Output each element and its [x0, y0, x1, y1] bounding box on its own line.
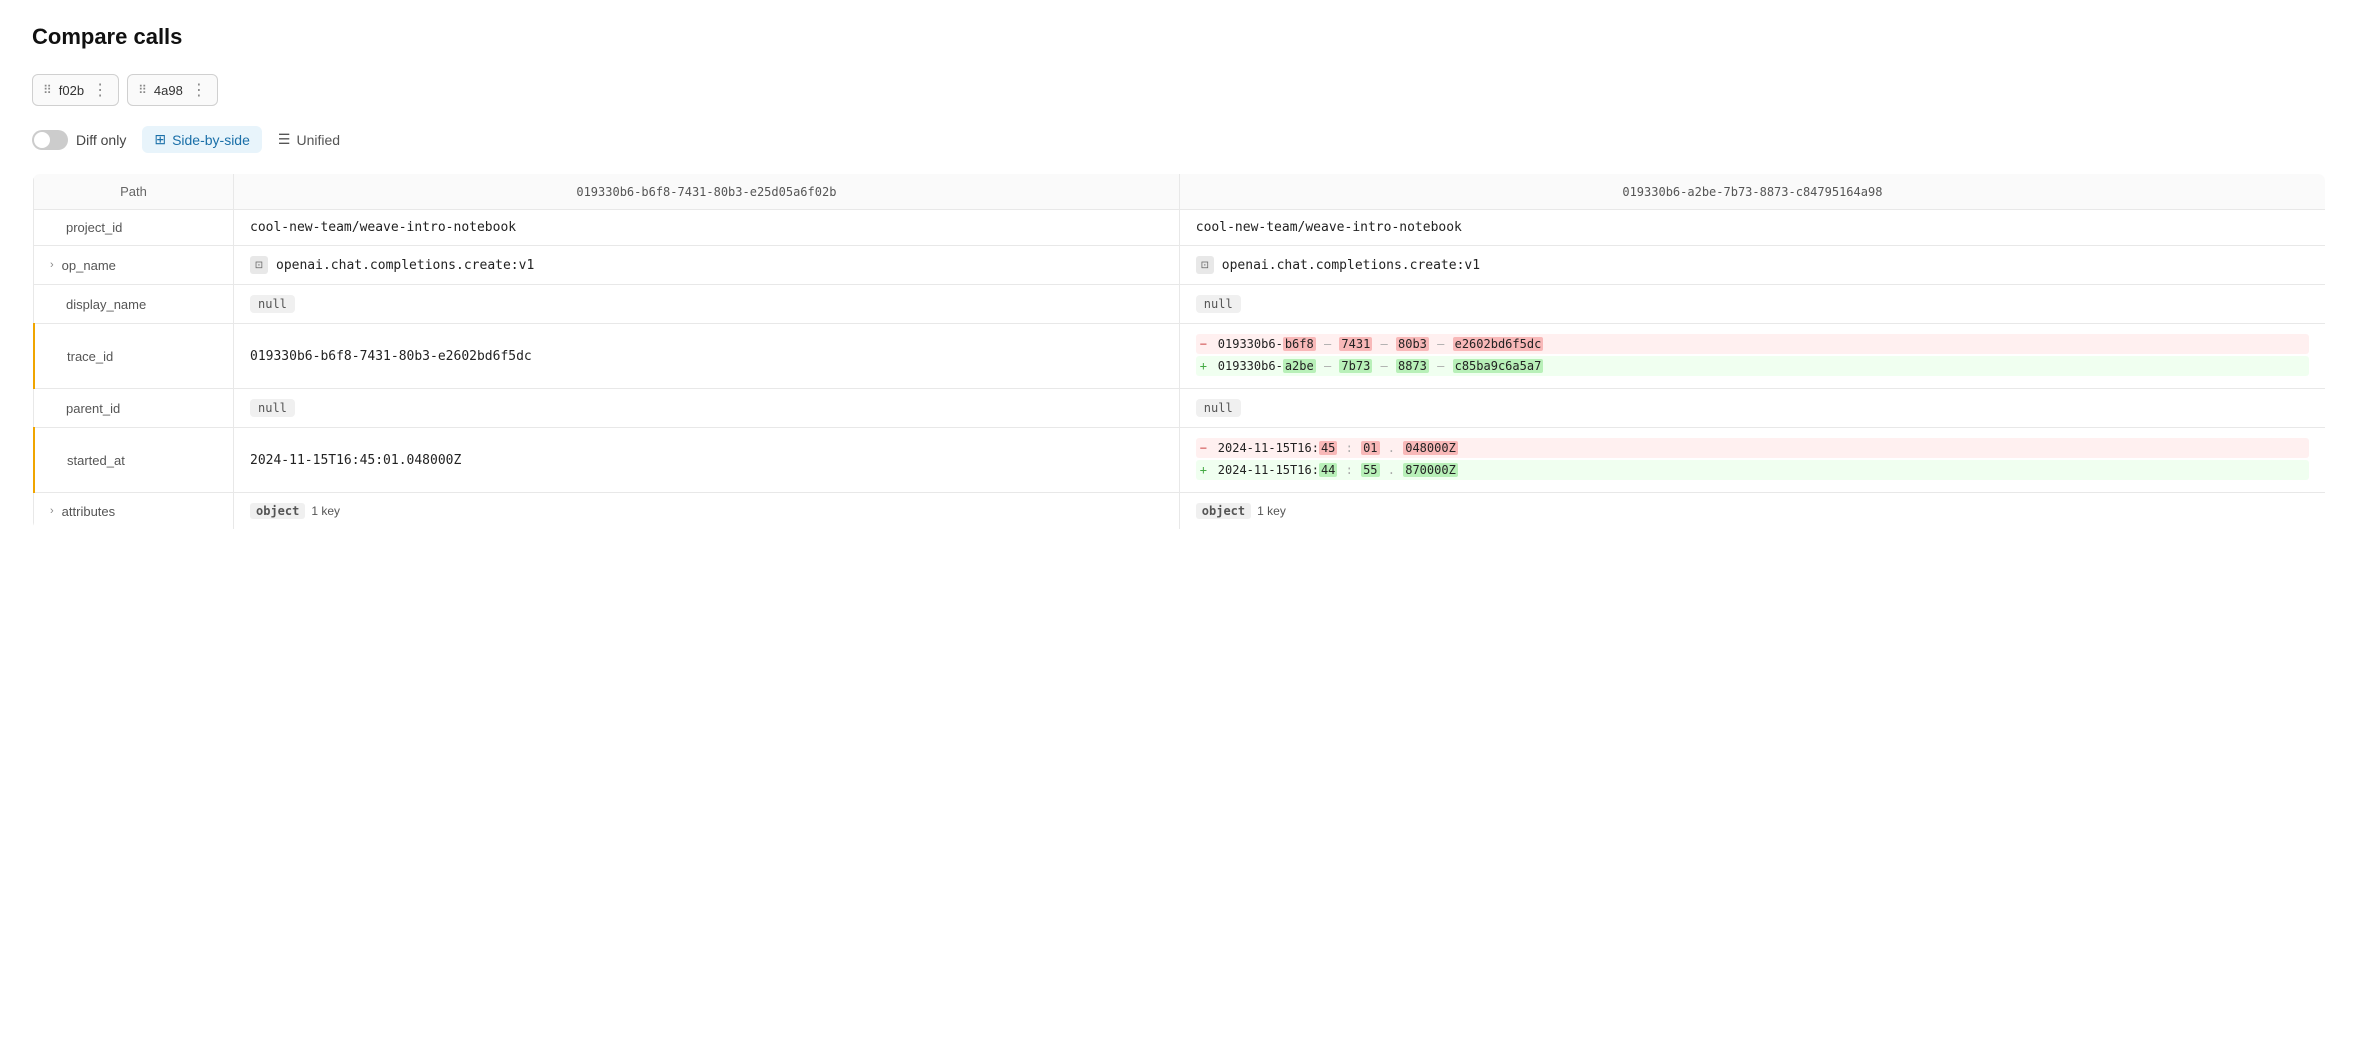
diff-minus-sign: −	[1200, 337, 1212, 351]
object-key-count: 1 key	[1257, 504, 1286, 518]
toolbar: ⠿ f02b ⋮ ⠿ 4a98 ⋮	[32, 74, 2326, 106]
table-row: › op_name ⊡openai.chat.completions.create:…	[34, 246, 2326, 285]
tab-unified-label: Unified	[296, 132, 340, 148]
diff-minus-sign: −	[1200, 441, 1212, 455]
table-row: display_name nullnull	[34, 285, 2326, 324]
call2-badge[interactable]: ⠿ 4a98 ⋮	[127, 74, 218, 106]
compare-table: Path 019330b6-b6f8-7431-80b3-e25d05a6f02…	[32, 173, 2326, 530]
row-label-parent_id: parent_id	[34, 389, 234, 428]
view-tabs: ⊞ Side-by-side ☰ Unified	[142, 126, 352, 153]
row-label-attributes[interactable]: › attributes	[34, 493, 234, 530]
page-title: Compare calls	[32, 24, 2326, 50]
label-text-started_at: started_at	[67, 453, 125, 468]
op-name-icon: ⊡	[1196, 256, 1214, 274]
col1-value-project_id: cool-new-team/weave-intro-notebook	[234, 210, 1180, 246]
row-label-op_name[interactable]: › op_name	[34, 246, 234, 285]
tab-unified[interactable]: ☰ Unified	[266, 126, 352, 153]
diff-removed-line: −2024-11-15T16:45 : 01 . 048000Z	[1196, 438, 2309, 458]
diff-plus-sign: +	[1200, 359, 1212, 373]
col1-value-started_at: 2024-11-15T16:45:01.048000Z	[234, 428, 1180, 493]
op-name-icon: ⊡	[250, 256, 268, 274]
diff-only-toggle[interactable]	[32, 130, 68, 150]
call1-id: f02b	[59, 83, 84, 98]
unified-icon: ☰	[278, 131, 291, 148]
row-label-trace_id: trace_id	[34, 324, 234, 389]
expand-chevron-op_name[interactable]: ›	[50, 259, 54, 271]
table-row: parent_id nullnull	[34, 389, 2326, 428]
col2-value-project_id: cool-new-team/weave-intro-notebook	[1179, 210, 2325, 246]
drag-icon-1: ⠿	[43, 83, 53, 97]
side-by-side-icon: ⊞	[154, 131, 166, 148]
col2-value-attributes: object 1 key	[1179, 493, 2325, 530]
table-header-row: Path 019330b6-b6f8-7431-80b3-e25d05a6f02…	[34, 174, 2326, 210]
diff-added-line: +2024-11-15T16:44 : 55 . 870000Z	[1196, 460, 2309, 480]
col1-value-trace_id: 019330b6-b6f8-7431-80b3-e2602bd6f5dc	[234, 324, 1180, 389]
view-controls: Diff only ⊞ Side-by-side ☰ Unified	[32, 126, 2326, 153]
table-row: project_id cool-new-team/weave-intro-note…	[34, 210, 2326, 246]
col2-value-display_name: null	[1179, 285, 2325, 324]
col1-value-op_name: ⊡openai.chat.completions.create:v1	[234, 246, 1180, 285]
diff-added-line: +019330b6-a2be – 7b73 – 8873 – c85ba9c6a…	[1196, 356, 2309, 376]
col1-value-display_name: null	[234, 285, 1180, 324]
diff-removed-line: −019330b6-b6f8 – 7431 – 80b3 – e2602bd6f…	[1196, 334, 2309, 354]
label-text-parent_id: parent_id	[66, 401, 120, 416]
label-text-attributes: attributes	[62, 504, 115, 519]
label-text-project_id: project_id	[66, 220, 122, 235]
row-label-project_id: project_id	[34, 210, 234, 246]
label-text-display_name: display_name	[66, 297, 146, 312]
diff-only-label: Diff only	[76, 132, 126, 148]
row-label-started_at: started_at	[34, 428, 234, 493]
drag-icon-2: ⠿	[138, 83, 148, 97]
col1-value-parent_id: null	[234, 389, 1180, 428]
col-path-header: Path	[34, 174, 234, 210]
col2-value-started_at: −2024-11-15T16:45 : 01 . 048000Z+2024-11…	[1179, 428, 2325, 493]
col2-value-op_name: ⊡openai.chat.completions.create:v1	[1179, 246, 2325, 285]
label-text-trace_id: trace_id	[67, 349, 113, 364]
object-keyword: object	[250, 503, 305, 519]
call1-badge[interactable]: ⠿ f02b ⋮	[32, 74, 119, 106]
tab-side-by-side[interactable]: ⊞ Side-by-side	[142, 126, 262, 153]
more-icon-1[interactable]: ⋮	[92, 80, 108, 100]
col2-value-parent_id: null	[1179, 389, 2325, 428]
call2-id: 4a98	[154, 83, 183, 98]
diff-plus-sign: +	[1200, 463, 1212, 477]
expand-chevron-attributes[interactable]: ›	[50, 505, 54, 517]
col1-value-attributes: object 1 key	[234, 493, 1180, 530]
table-row: started_at2024-11-15T16:45:01.048000Z−20…	[34, 428, 2326, 493]
more-icon-2[interactable]: ⋮	[191, 80, 207, 100]
object-key-count: 1 key	[311, 504, 340, 518]
object-keyword: object	[1196, 503, 1251, 519]
diff-only-control: Diff only	[32, 130, 126, 150]
col2-header: 019330b6-a2be-7b73-8873-c84795164a98	[1179, 174, 2325, 210]
col2-value-trace_id: −019330b6-b6f8 – 7431 – 80b3 – e2602bd6f…	[1179, 324, 2325, 389]
label-text-op_name: op_name	[62, 258, 116, 273]
tab-side-by-side-label: Side-by-side	[172, 132, 250, 148]
row-label-display_name: display_name	[34, 285, 234, 324]
table-row: › attributes object 1 key object 1 key	[34, 493, 2326, 530]
table-row: trace_id 019330b6-b6f8-7431-80b3-e2602bd6…	[34, 324, 2326, 389]
col1-header: 019330b6-b6f8-7431-80b3-e25d05a6f02b	[234, 174, 1180, 210]
